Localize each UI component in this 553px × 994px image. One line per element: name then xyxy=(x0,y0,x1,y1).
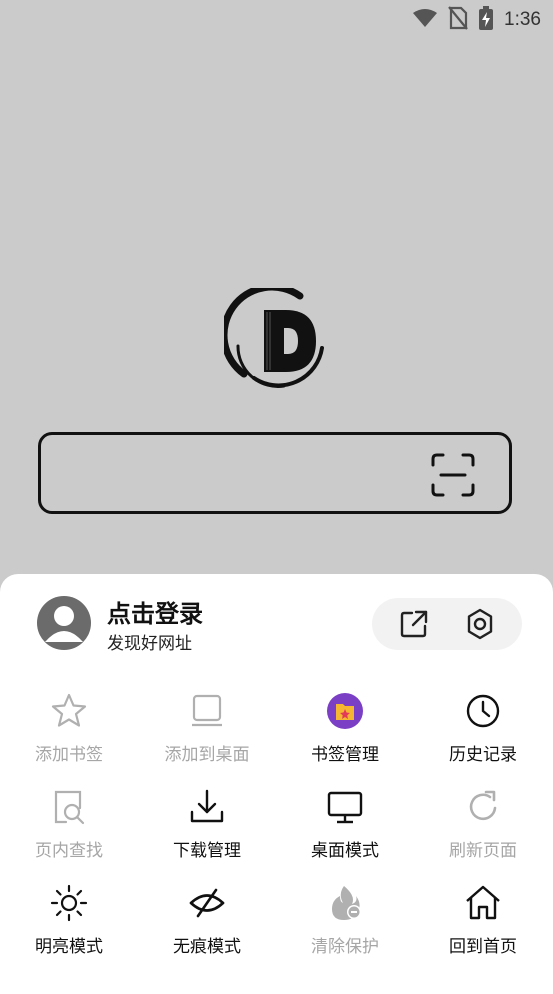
menu-item-add-bookmark[interactable]: 添加书签 xyxy=(0,692,138,772)
menu-item-label: 历史记录 xyxy=(449,745,517,765)
download-icon xyxy=(188,788,226,826)
search-input[interactable] xyxy=(38,432,512,514)
menu-item-light-mode[interactable]: 明亮模式 xyxy=(0,884,138,964)
bookmark-manager-icon xyxy=(326,692,364,730)
menu-item-label: 下载管理 xyxy=(173,841,241,861)
menu-item-label: 书签管理 xyxy=(311,745,379,765)
menu-item-clear-protection[interactable]: 清除保护 xyxy=(276,884,414,964)
status-bar: 1:36 xyxy=(0,0,553,40)
home-icon xyxy=(464,884,502,922)
menu-item-label: 清除保护 xyxy=(311,937,379,957)
flame-clear-icon xyxy=(326,884,364,922)
share-icon[interactable] xyxy=(398,608,430,640)
monitor-icon xyxy=(326,788,364,826)
find-in-page-icon xyxy=(50,788,88,826)
refresh-icon xyxy=(464,788,502,826)
star-icon xyxy=(50,692,88,730)
user-icon[interactable] xyxy=(37,596,91,650)
menu-item-add-to-desktop[interactable]: 添加到桌面 xyxy=(138,692,276,772)
menu-item-history[interactable]: 历史记录 xyxy=(414,692,552,772)
menu-item-label: 添加到桌面 xyxy=(164,745,250,765)
menu-sheet: 点击登录 发现好网址 添加书签 添加到桌面 书签管理 历史记录 页内查找 下载管… xyxy=(0,574,553,994)
menu-item-label: 页内查找 xyxy=(35,841,103,861)
menu-item-bookmark-manager[interactable]: 书签管理 xyxy=(276,692,414,772)
menu-item-incognito[interactable]: 无痕模式 xyxy=(138,884,276,964)
menu-item-home[interactable]: 回到首页 xyxy=(414,884,552,964)
scan-icon[interactable] xyxy=(431,453,475,497)
login-subtitle: 发现好网址 xyxy=(107,634,192,654)
menu-item-label: 添加书签 xyxy=(35,745,103,765)
login-title[interactable]: 点击登录 xyxy=(107,594,203,629)
menu-item-find-in-page[interactable]: 页内查找 xyxy=(0,788,138,868)
clock-icon xyxy=(464,692,502,730)
wifi-icon xyxy=(412,8,438,32)
menu-item-label: 回到首页 xyxy=(449,937,517,957)
sun-icon xyxy=(50,884,88,922)
menu-item-label: 桌面模式 xyxy=(311,841,379,861)
quick-actions xyxy=(372,598,522,650)
tablet-icon xyxy=(188,692,226,730)
eye-off-icon xyxy=(188,884,226,922)
browser-logo xyxy=(220,283,328,392)
gear-icon[interactable] xyxy=(464,608,496,640)
menu-item-label: 刷新页面 xyxy=(449,841,517,861)
battery-charging-icon xyxy=(478,6,494,34)
no-sim-icon xyxy=(448,6,468,34)
status-time: 1:36 xyxy=(504,9,541,30)
menu-item-downloads[interactable]: 下载管理 xyxy=(138,788,276,868)
menu-item-desktop-mode[interactable]: 桌面模式 xyxy=(276,788,414,868)
menu-item-refresh[interactable]: 刷新页面 xyxy=(414,788,552,868)
menu-item-label: 明亮模式 xyxy=(35,937,103,957)
menu-item-label: 无痕模式 xyxy=(173,937,241,957)
